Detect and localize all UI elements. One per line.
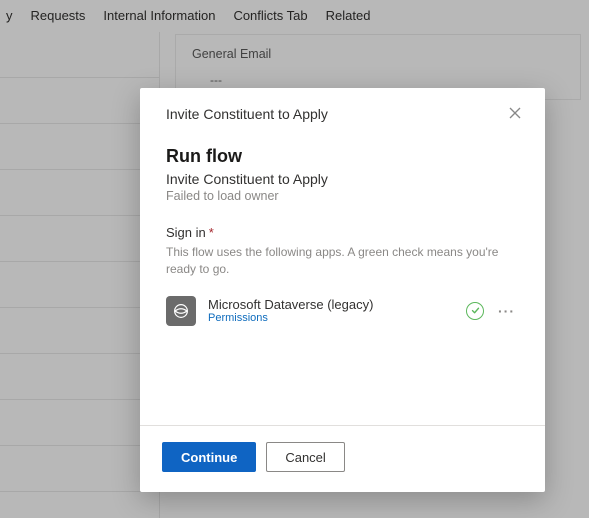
close-icon	[509, 106, 521, 122]
permissions-link[interactable]: Permissions	[208, 312, 454, 324]
dialog-title: Invite Constituent to Apply	[166, 106, 328, 122]
required-indicator: *	[209, 225, 214, 240]
dialog-body: Run flow Invite Constituent to Apply Fai…	[140, 134, 545, 425]
dialog-header: Invite Constituent to Apply	[140, 88, 545, 134]
connection-row: Microsoft Dataverse (legacy) Permissions…	[166, 296, 517, 326]
connection-status-ok-icon	[466, 302, 484, 320]
continue-button[interactable]: Continue	[162, 442, 256, 472]
run-flow-dialog: Invite Constituent to Apply Run flow Inv…	[140, 88, 545, 492]
signin-label: Sign in*	[166, 225, 517, 240]
dataverse-icon	[166, 296, 196, 326]
connection-more-button[interactable]: ···	[496, 304, 517, 318]
dialog-footer: Continue Cancel	[140, 425, 545, 492]
run-flow-heading: Run flow	[166, 146, 517, 167]
cancel-button[interactable]: Cancel	[266, 442, 344, 472]
signin-description: This flow uses the following apps. A gre…	[166, 244, 517, 278]
signin-label-text: Sign in	[166, 225, 206, 240]
connection-name: Microsoft Dataverse (legacy)	[208, 297, 454, 313]
flow-name: Invite Constituent to Apply	[166, 171, 517, 187]
owner-error-text: Failed to load owner	[166, 189, 517, 203]
close-button[interactable]	[503, 102, 527, 126]
connection-text: Microsoft Dataverse (legacy) Permissions	[208, 297, 454, 325]
